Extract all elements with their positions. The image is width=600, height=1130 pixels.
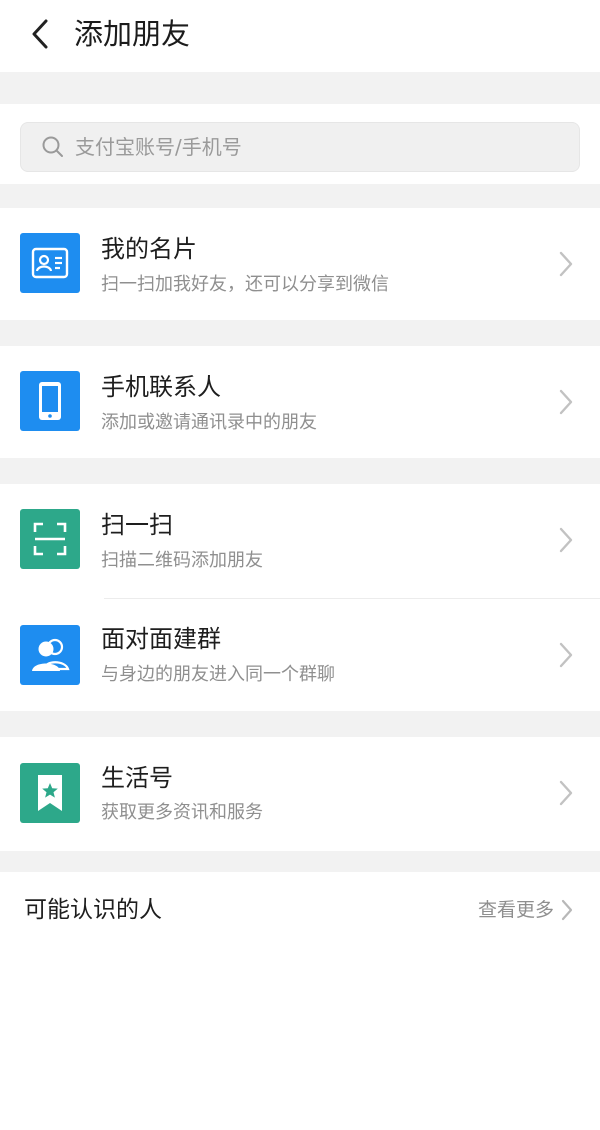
section-title: 可能认识的人	[24, 897, 162, 923]
see-more-link[interactable]: 查看更多	[478, 894, 574, 926]
row-title: 生活号	[101, 764, 173, 792]
row-subtitle: 扫一扫加我好友，还可以分享到微信	[101, 274, 389, 295]
chevron-right-icon	[559, 780, 573, 806]
scan-icon	[20, 509, 80, 569]
row-subtitle: 获取更多资讯和服务	[101, 802, 263, 823]
section-gap	[0, 458, 600, 484]
section-gap	[0, 184, 600, 208]
search-bar[interactable]	[20, 122, 580, 172]
phone-icon	[20, 371, 80, 431]
row-subtitle: 扫描二维码添加朋友	[101, 550, 263, 571]
section-gap	[0, 320, 600, 346]
row-phone-contacts[interactable]: 手机联系人 添加或邀请通讯录中的朋友	[0, 346, 600, 458]
page-title: 添加朋友	[74, 17, 191, 51]
back-button[interactable]	[22, 14, 58, 54]
row-subtitle: 与身边的朋友进入同一个群聊	[101, 664, 335, 685]
row-title: 我的名片	[101, 235, 197, 263]
people-icon	[20, 625, 80, 685]
chevron-right-icon	[559, 389, 573, 415]
row-face-to-face-group[interactable]: 面对面建群 与身边的朋友进入同一个群聊	[0, 599, 600, 711]
id-card-icon	[20, 233, 80, 293]
chevron-right-icon	[559, 642, 573, 668]
see-more-label: 查看更多	[477, 899, 554, 921]
row-title: 面对面建群	[101, 625, 221, 653]
row-title: 扫一扫	[101, 511, 173, 539]
bookmark-star-icon	[20, 763, 80, 823]
section-gap	[0, 851, 600, 872]
section-gap	[0, 72, 600, 104]
chevron-left-icon	[32, 19, 48, 49]
row-my-card[interactable]: 我的名片 扫一扫加我好友，还可以分享到微信	[0, 208, 600, 320]
section-gap	[0, 711, 600, 737]
chevron-right-icon	[559, 527, 573, 553]
header: 添加朋友	[0, 0, 600, 72]
chevron-right-icon	[559, 251, 573, 277]
row-scan[interactable]: 扫一扫 扫描二维码添加朋友	[0, 484, 600, 598]
row-life-account[interactable]: 生活号 获取更多资讯和服务	[0, 737, 600, 851]
people-you-may-know-section: 可能认识的人 查看更多	[0, 872, 600, 1130]
search-icon	[42, 136, 63, 157]
search-section	[0, 104, 600, 184]
chevron-right-icon	[561, 899, 573, 921]
row-title: 手机联系人	[101, 373, 221, 401]
row-subtitle: 添加或邀请通讯录中的朋友	[101, 412, 317, 433]
search-input[interactable]	[75, 135, 555, 159]
